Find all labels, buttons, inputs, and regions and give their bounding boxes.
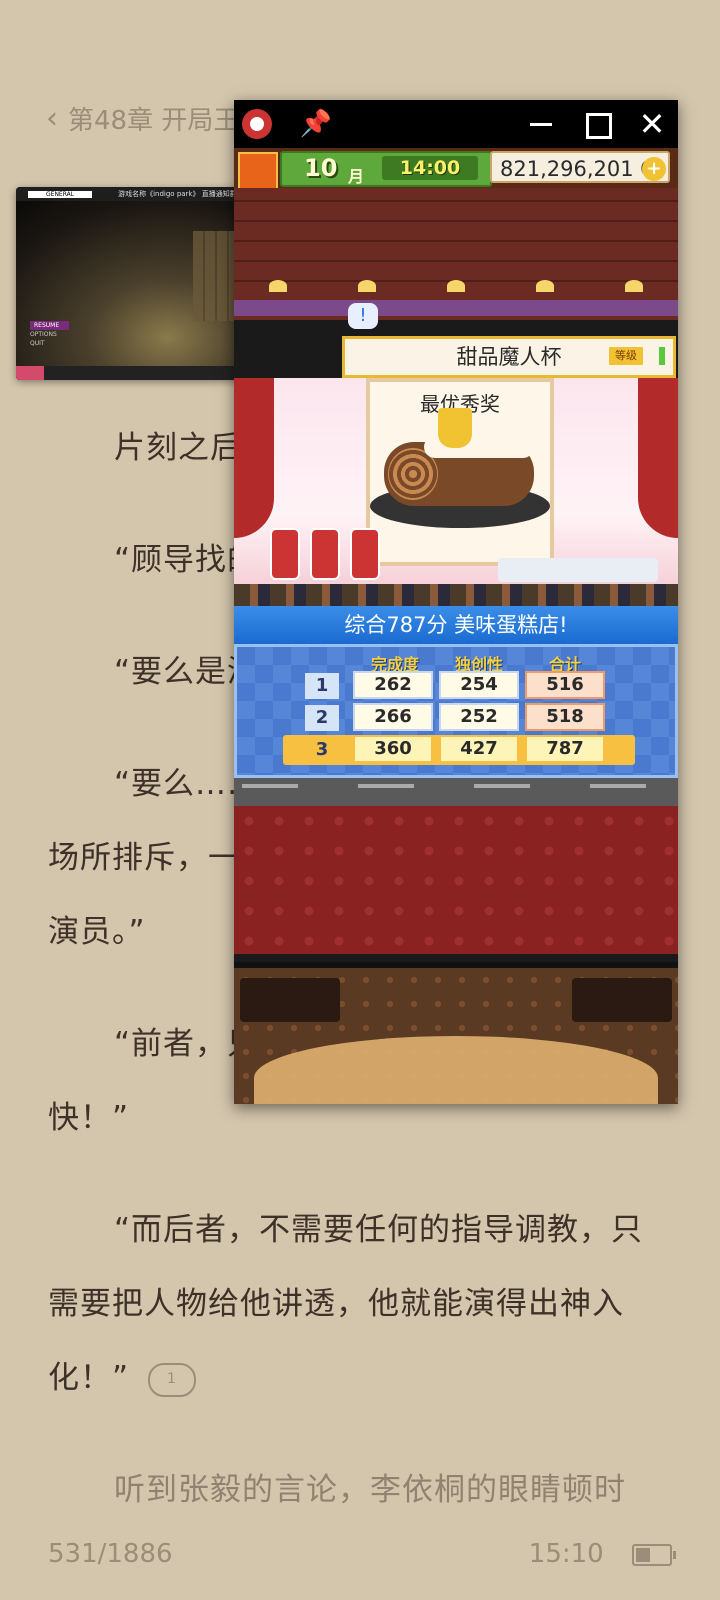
road-strip xyxy=(234,778,678,806)
counter-slot-left xyxy=(240,978,340,1022)
money-value: 821,296,201 G xyxy=(500,157,657,181)
chapter-title: 第48章 开局王 xyxy=(68,105,240,136)
rank-number: 1 xyxy=(305,673,339,699)
score-cell: 252 xyxy=(439,703,519,731)
carpet-floor xyxy=(234,806,678,954)
level-badge: 等级 xyxy=(609,347,643,365)
reader-footer: 531/1886 15:10 xyxy=(48,1534,676,1574)
chef-characters xyxy=(270,528,380,580)
counter-slot-right xyxy=(572,978,672,1022)
video-progress-bar[interactable] xyxy=(16,366,44,380)
month-unit: 月 xyxy=(348,167,365,186)
rank-number: 2 xyxy=(305,705,339,731)
contest-banner: 甜品魔人杯 等级 xyxy=(342,336,676,378)
battery-icon xyxy=(632,1543,676,1566)
floating-game-window[interactable]: 📌 ✕ 10 月 14:00 821,296,201 G + ! 甜品魔人杯 等… xyxy=(234,100,678,1104)
award-scene: 最优秀奖 xyxy=(234,378,678,606)
curtain-right xyxy=(638,378,678,538)
judge-table xyxy=(498,558,658,582)
menu-item-options[interactable]: OPTIONS xyxy=(30,330,69,339)
game-month: 10 xyxy=(304,154,338,182)
total-cell: 787 xyxy=(525,735,605,763)
game-status-bar: 10 月 14:00 821,296,201 G + xyxy=(234,148,678,190)
paragraph-line: “而后者，不需要任何的指导调教，只 xyxy=(114,1212,644,1248)
back-chevron-icon[interactable]: ‹ xyxy=(46,101,58,136)
shop-counter xyxy=(234,962,678,1104)
score-cell: 360 xyxy=(353,735,433,763)
paragraph-line: 化！” 1 xyxy=(48,1358,672,1398)
game-time: 14:00 xyxy=(382,156,478,180)
level-gauge xyxy=(659,347,665,365)
paragraph-line: 快！” xyxy=(48,1100,130,1136)
score-cell: 262 xyxy=(353,671,433,699)
score-board: 完成度 独创性 合计 1 262 254 516 2 266 252 518 3… xyxy=(234,644,678,778)
notice-bubble[interactable]: ! xyxy=(348,303,378,329)
chapter-header[interactable]: ‹ 第48章 开局王 xyxy=(46,96,239,140)
status-clock: 15:10 xyxy=(528,1539,676,1569)
game-date: 10 月 14:00 xyxy=(280,151,492,187)
maximize-icon[interactable] xyxy=(578,106,614,142)
paragraph-text: 化！” xyxy=(48,1360,130,1396)
stage-backdrop xyxy=(234,188,678,320)
score-cell: 427 xyxy=(439,735,519,763)
trophy-icon xyxy=(438,408,472,448)
roll-cake-image xyxy=(384,436,534,506)
add-coin-icon[interactable]: + xyxy=(642,157,666,181)
total-cell: 516 xyxy=(525,671,605,699)
paragraph-line: 需要把人物给他讲透，他就能演得出神入 xyxy=(48,1286,624,1322)
pause-menu: RESUME OPTIONS QUIT xyxy=(30,321,70,348)
page-progress: 531/1886 xyxy=(48,1539,173,1569)
comment-bubble-icon[interactable]: 1 xyxy=(147,1362,196,1397)
paragraph-line: 听到张毅的言论，李依桐的眼睛顿时 xyxy=(114,1472,626,1508)
rank-number: 3 xyxy=(305,737,339,763)
menu-item-quit[interactable]: QUIT xyxy=(30,339,69,348)
app-logo-icon xyxy=(242,109,272,139)
money-display: 821,296,201 G + xyxy=(490,151,670,183)
result-summary: 综合787分 美味蛋糕店! xyxy=(234,606,678,644)
score-row: 1 262 254 516 xyxy=(305,671,635,701)
menu-item-resume[interactable]: RESUME xyxy=(30,321,70,330)
score-cell: 254 xyxy=(439,671,519,699)
curtain-left xyxy=(234,378,274,538)
clock-text: 15:10 xyxy=(528,1539,604,1569)
total-cell: 518 xyxy=(525,703,605,731)
audience-crowd xyxy=(234,584,678,606)
pin-icon[interactable]: 📌 xyxy=(298,106,334,142)
window-titlebar[interactable]: 📌 ✕ xyxy=(234,100,678,148)
score-cell: 266 xyxy=(353,703,433,731)
score-row-final: 3 360 427 787 xyxy=(283,735,635,765)
stage-beam xyxy=(234,300,678,316)
score-row: 2 266 252 518 xyxy=(305,703,635,733)
comment-count: 1 xyxy=(166,1370,177,1387)
maple-leaf-icon xyxy=(238,152,278,190)
battery-fill xyxy=(636,1547,650,1562)
contest-title: 甜品魔人杯 xyxy=(456,345,562,369)
stage-lamps xyxy=(234,280,678,292)
counter-arc xyxy=(254,1036,658,1104)
minimize-icon[interactable] xyxy=(522,106,558,142)
video-tab[interactable]: GENERAL xyxy=(28,190,93,198)
close-icon[interactable]: ✕ xyxy=(634,106,670,142)
